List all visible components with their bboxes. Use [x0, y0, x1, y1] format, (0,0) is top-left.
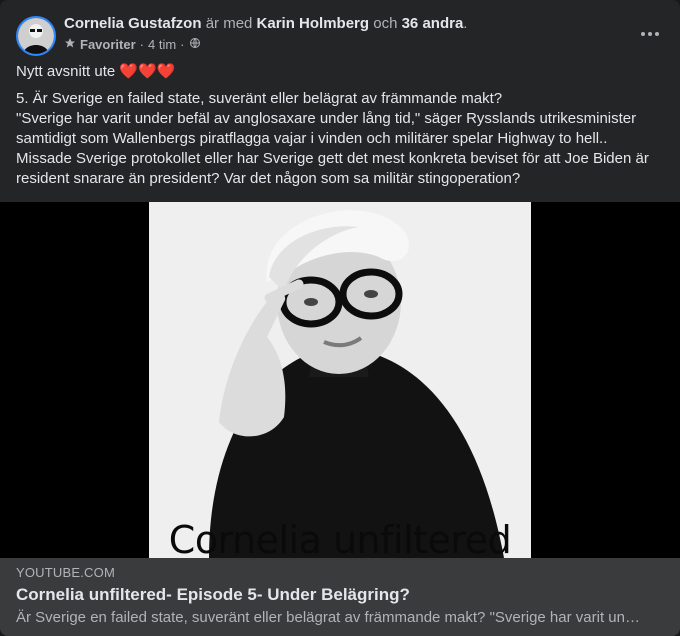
link-description: Är Sverige en failed state, suveränt ell… [16, 609, 646, 626]
author-name-link[interactable]: Cornelia Gustafzon [64, 15, 202, 32]
portrait-illustration [149, 202, 531, 558]
post-subline: Favoriter · 4 tim · [64, 36, 624, 54]
link-preview[interactable]: YOUTUBE.COM Cornelia unfiltered- Episode… [0, 558, 680, 636]
star-icon [64, 36, 76, 54]
post-header: Cornelia Gustafzon är med Karin Holmberg… [16, 12, 664, 56]
post-body: Nytt avsnitt ute ❤️❤️❤️ 5. Är Sverige en… [16, 62, 664, 189]
video-thumbnail[interactable]: Cornelia unfiltered [0, 202, 680, 558]
tagged-person-link[interactable]: Karin Holmberg [257, 15, 370, 32]
others-link[interactable]: 36 andra [402, 15, 464, 32]
post-paragraph-line2: "Sverige har varit under befäl av anglos… [16, 110, 637, 147]
post-meta: Cornelia Gustafzon är med Karin Holmberg… [64, 14, 624, 54]
post-intro: Nytt avsnitt ute ❤️❤️❤️ [16, 62, 664, 82]
post-title-line: Cornelia Gustafzon är med Karin Holmberg… [64, 14, 624, 34]
audience-label[interactable]: Favoriter [80, 36, 136, 54]
period-text: . [463, 15, 468, 32]
post-paragraph-line1: 5. Är Sverige en failed state, suveränt … [16, 90, 503, 107]
separator-dot: · [139, 37, 144, 52]
timestamp-link[interactable]: 4 tim [148, 36, 176, 54]
separator-dot-2: · [180, 37, 185, 52]
link-title[interactable]: Cornelia unfiltered- Episode 5- Under Be… [16, 585, 410, 605]
heart-emojis: ❤️❤️❤️ [119, 63, 176, 80]
author-avatar[interactable] [16, 16, 56, 56]
link-domain: YOUTUBE.COM [16, 565, 115, 580]
post-paragraph-line3: Missade Sverige protokollet eller har Sv… [16, 150, 649, 187]
globe-icon [189, 36, 201, 54]
with-text: är med [205, 15, 253, 32]
intro-text: Nytt avsnitt ute [16, 63, 116, 80]
and-text: och [373, 15, 398, 32]
thumbnail-caption: Cornelia unfiltered [168, 518, 512, 558]
facebook-post: Cornelia Gustafzon är med Karin Holmberg… [0, 0, 680, 636]
thumbnail-image: Cornelia unfiltered [149, 202, 531, 558]
more-options-icon[interactable] [632, 20, 668, 48]
